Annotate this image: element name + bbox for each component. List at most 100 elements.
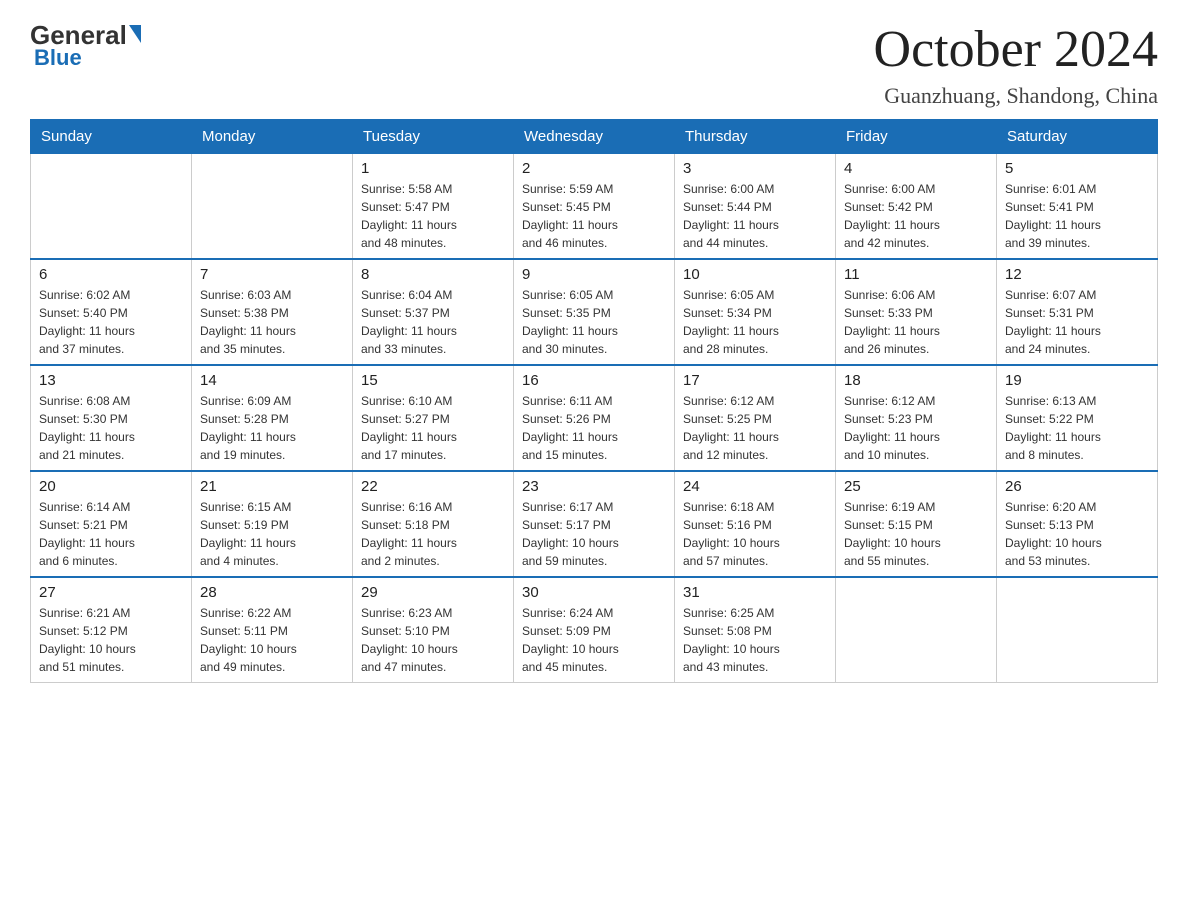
day-info: Sunrise: 6:02 AM Sunset: 5:40 PM Dayligh…: [39, 286, 183, 358]
day-number: 13: [39, 372, 183, 389]
day-number: 4: [844, 160, 988, 177]
calendar-week-row: 1Sunrise: 5:58 AM Sunset: 5:47 PM Daylig…: [31, 154, 1158, 260]
day-info: Sunrise: 6:00 AM Sunset: 5:44 PM Dayligh…: [683, 180, 827, 252]
calendar-cell: 14 Sunrise: 6:09 AM Sunset: 5:28 PM Dayli…: [192, 365, 353, 471]
calendar-header-thursday: Thursday: [675, 120, 836, 154]
calendar-header-friday: Friday: [836, 120, 997, 154]
calendar-cell: 13 Sunrise: 6:08 AM Sunset: 5:30 PM Dayli…: [31, 365, 192, 471]
day-info: Sunrise: 6:03 AM Sunset: 5:38 PM Dayligh…: [200, 286, 344, 358]
day-info: Sunrise: 5:58 AM Sunset: 5:47 PM Dayligh…: [361, 180, 505, 252]
day-number: 5: [1005, 160, 1149, 177]
calendar-header-saturday: Saturday: [997, 120, 1158, 154]
calendar-table: SundayMondayTuesdayWednesdayThursdayFrid…: [30, 119, 1158, 683]
day-number: 10: [683, 266, 827, 283]
calendar-header-wednesday: Wednesday: [514, 120, 675, 154]
day-info: Sunrise: 6:18 AM Sunset: 5:16 PM Dayligh…: [683, 498, 827, 570]
day-number: 7: [200, 266, 344, 283]
day-number: 30: [522, 584, 666, 601]
day-info: Sunrise: 6:07 AM Sunset: 5:31 PM Dayligh…: [1005, 286, 1149, 358]
calendar-cell: 11 Sunrise: 6:06 AM Sunset: 5:33 PM Dayli…: [836, 259, 997, 365]
calendar-week-row: 6 Sunrise: 6:02 AM Sunset: 5:40 PM Daylig…: [31, 259, 1158, 365]
day-info: Sunrise: 6:20 AM Sunset: 5:13 PM Dayligh…: [1005, 498, 1149, 570]
day-number: 28: [200, 584, 344, 601]
day-info: Sunrise: 6:05 AM Sunset: 5:35 PM Dayligh…: [522, 286, 666, 358]
day-number: 2: [522, 160, 666, 177]
calendar-week-row: 20 Sunrise: 6:14 AM Sunset: 5:21 PM Dayli…: [31, 471, 1158, 577]
calendar-week-row: 27 Sunrise: 6:21 AM Sunset: 5:12 PM Dayli…: [31, 577, 1158, 683]
calendar-cell: 16 Sunrise: 6:11 AM Sunset: 5:26 PM Dayli…: [514, 365, 675, 471]
day-info: Sunrise: 6:05 AM Sunset: 5:34 PM Dayligh…: [683, 286, 827, 358]
day-info: Sunrise: 6:22 AM Sunset: 5:11 PM Dayligh…: [200, 604, 344, 676]
day-number: 25: [844, 478, 988, 495]
day-info: Sunrise: 6:17 AM Sunset: 5:17 PM Dayligh…: [522, 498, 666, 570]
logo-triangle-icon: [129, 25, 141, 43]
day-info: Sunrise: 6:15 AM Sunset: 5:19 PM Dayligh…: [200, 498, 344, 570]
calendar-cell: 26 Sunrise: 6:20 AM Sunset: 5:13 PM Dayli…: [997, 471, 1158, 577]
calendar-title: October 2024: [874, 20, 1158, 79]
day-number: 15: [361, 372, 505, 389]
day-info: Sunrise: 6:11 AM Sunset: 5:26 PM Dayligh…: [522, 392, 666, 464]
day-number: 21: [200, 478, 344, 495]
calendar-cell: 12Sunrise: 6:07 AM Sunset: 5:31 PM Dayli…: [997, 259, 1158, 365]
day-info: Sunrise: 6:00 AM Sunset: 5:42 PM Dayligh…: [844, 180, 988, 252]
logo-blue-text: Blue: [30, 45, 82, 71]
day-number: 22: [361, 478, 505, 495]
calendar-cell: 2 Sunrise: 5:59 AM Sunset: 5:45 PM Daylig…: [514, 154, 675, 260]
day-info: Sunrise: 6:04 AM Sunset: 5:37 PM Dayligh…: [361, 286, 505, 358]
day-info: Sunrise: 6:09 AM Sunset: 5:28 PM Dayligh…: [200, 392, 344, 464]
calendar-cell: 29Sunrise: 6:23 AM Sunset: 5:10 PM Dayli…: [353, 577, 514, 683]
calendar-subtitle: Guanzhuang, Shandong, China: [874, 83, 1158, 109]
calendar-cell: 4 Sunrise: 6:00 AM Sunset: 5:42 PM Daylig…: [836, 154, 997, 260]
day-number: 18: [844, 372, 988, 389]
page-header: General Blue October 2024 Guanzhuang, Sh…: [30, 20, 1158, 109]
calendar-cell: 30 Sunrise: 6:24 AM Sunset: 5:09 PM Dayli…: [514, 577, 675, 683]
day-info: Sunrise: 6:14 AM Sunset: 5:21 PM Dayligh…: [39, 498, 183, 570]
day-number: 16: [522, 372, 666, 389]
calendar-cell: 23 Sunrise: 6:17 AM Sunset: 5:17 PM Dayli…: [514, 471, 675, 577]
calendar-cell: [31, 154, 192, 260]
day-info: Sunrise: 6:08 AM Sunset: 5:30 PM Dayligh…: [39, 392, 183, 464]
day-number: 8: [361, 266, 505, 283]
day-info: Sunrise: 6:01 AM Sunset: 5:41 PM Dayligh…: [1005, 180, 1149, 252]
calendar-cell: [192, 154, 353, 260]
calendar-cell: 17 Sunrise: 6:12 AM Sunset: 5:25 PM Dayli…: [675, 365, 836, 471]
calendar-cell: 24 Sunrise: 6:18 AM Sunset: 5:16 PM Dayli…: [675, 471, 836, 577]
day-number: 20: [39, 478, 183, 495]
calendar-header-tuesday: Tuesday: [353, 120, 514, 154]
day-number: 9: [522, 266, 666, 283]
calendar-header-row: SundayMondayTuesdayWednesdayThursdayFrid…: [31, 120, 1158, 154]
calendar-header-monday: Monday: [192, 120, 353, 154]
day-info: Sunrise: 6:06 AM Sunset: 5:33 PM Dayligh…: [844, 286, 988, 358]
day-number: 27: [39, 584, 183, 601]
calendar-header-sunday: Sunday: [31, 120, 192, 154]
day-number: 6: [39, 266, 183, 283]
day-info: Sunrise: 6:16 AM Sunset: 5:18 PM Dayligh…: [361, 498, 505, 570]
calendar-cell: 28 Sunrise: 6:22 AM Sunset: 5:11 PM Dayli…: [192, 577, 353, 683]
day-info: Sunrise: 6:19 AM Sunset: 5:15 PM Dayligh…: [844, 498, 988, 570]
day-number: 24: [683, 478, 827, 495]
calendar-cell: 7 Sunrise: 6:03 AM Sunset: 5:38 PM Daylig…: [192, 259, 353, 365]
calendar-cell: 8 Sunrise: 6:04 AM Sunset: 5:37 PM Daylig…: [353, 259, 514, 365]
day-number: 11: [844, 266, 988, 283]
calendar-cell: [836, 577, 997, 683]
calendar-cell: 18Sunrise: 6:12 AM Sunset: 5:23 PM Dayli…: [836, 365, 997, 471]
day-info: Sunrise: 6:25 AM Sunset: 5:08 PM Dayligh…: [683, 604, 827, 676]
day-info: Sunrise: 5:59 AM Sunset: 5:45 PM Dayligh…: [522, 180, 666, 252]
day-number: 23: [522, 478, 666, 495]
calendar-cell: 9 Sunrise: 6:05 AM Sunset: 5:35 PM Daylig…: [514, 259, 675, 365]
calendar-cell: 25 Sunrise: 6:19 AM Sunset: 5:15 PM Dayli…: [836, 471, 997, 577]
day-info: Sunrise: 6:10 AM Sunset: 5:27 PM Dayligh…: [361, 392, 505, 464]
day-number: 26: [1005, 478, 1149, 495]
day-info: Sunrise: 6:21 AM Sunset: 5:12 PM Dayligh…: [39, 604, 183, 676]
day-info: Sunrise: 6:12 AM Sunset: 5:25 PM Dayligh…: [683, 392, 827, 464]
day-number: 17: [683, 372, 827, 389]
day-number: 29: [361, 584, 505, 601]
day-number: 14: [200, 372, 344, 389]
calendar-cell: 1Sunrise: 5:58 AM Sunset: 5:47 PM Daylig…: [353, 154, 514, 260]
day-number: 19: [1005, 372, 1149, 389]
day-info: Sunrise: 6:13 AM Sunset: 5:22 PM Dayligh…: [1005, 392, 1149, 464]
day-info: Sunrise: 6:24 AM Sunset: 5:09 PM Dayligh…: [522, 604, 666, 676]
calendar-cell: 10 Sunrise: 6:05 AM Sunset: 5:34 PM Dayli…: [675, 259, 836, 365]
calendar-cell: 19 Sunrise: 6:13 AM Sunset: 5:22 PM Dayli…: [997, 365, 1158, 471]
calendar-cell: 31Sunrise: 6:25 AM Sunset: 5:08 PM Dayli…: [675, 577, 836, 683]
